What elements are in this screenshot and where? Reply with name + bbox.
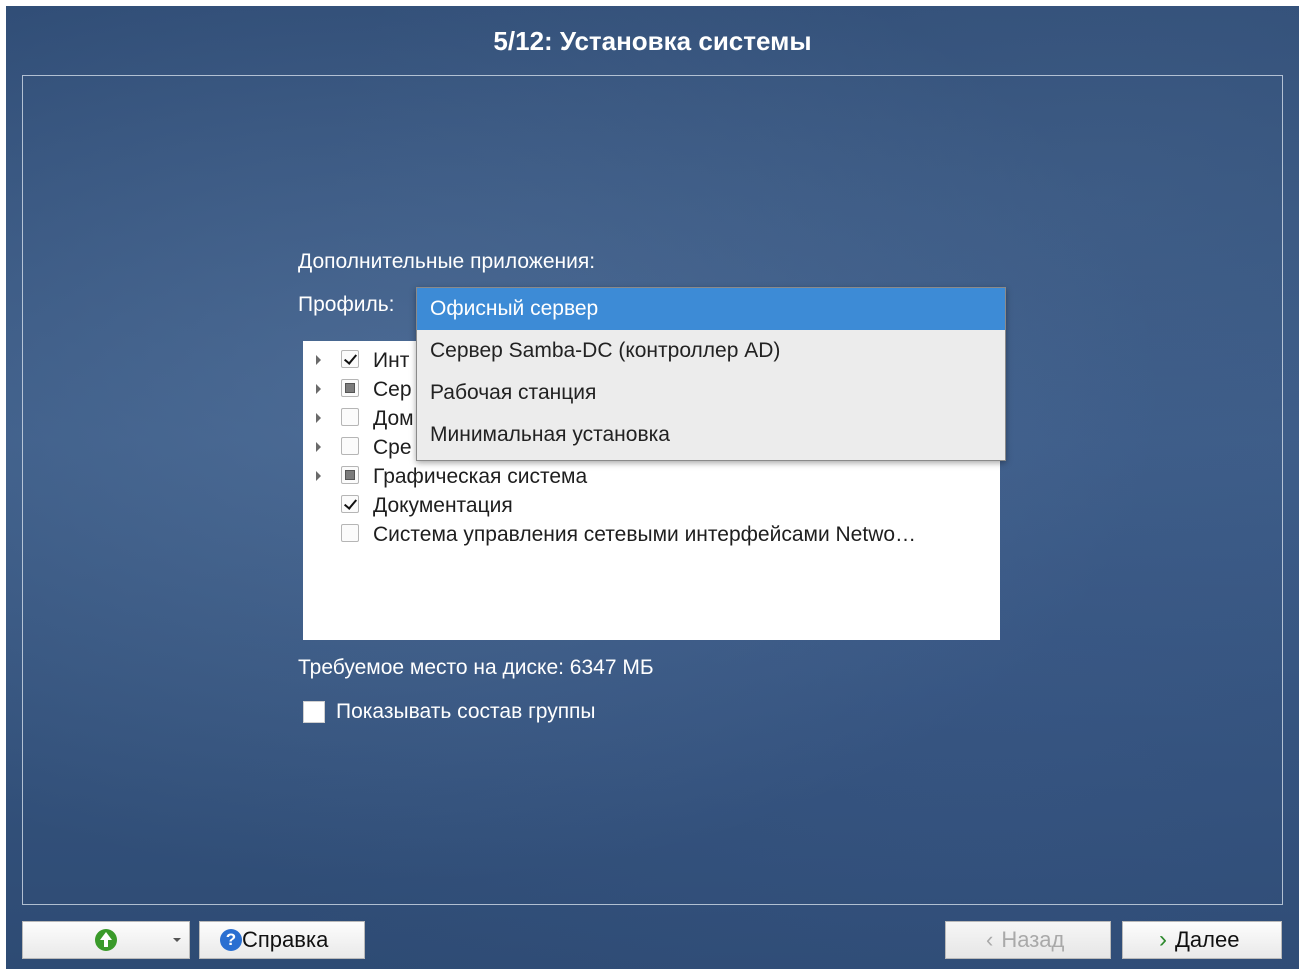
group-checkbox[interactable] — [341, 495, 359, 513]
group-checkbox[interactable] — [341, 466, 359, 484]
profile-option-office-server[interactable]: Офисный сервер — [417, 288, 1005, 330]
next-button-label: Далее — [1175, 927, 1240, 952]
group-label: Сер — [373, 378, 412, 401]
installer-screen: 5/12: Установка системы Дополнительные п… — [6, 6, 1299, 969]
expander-icon[interactable] — [316, 442, 321, 452]
group-checkbox[interactable] — [341, 350, 359, 368]
upload-menu-button[interactable] — [22, 921, 190, 959]
section-label: Дополнительные приложения: — [298, 250, 596, 273]
chevron-left-icon: ‹ — [986, 927, 994, 952]
next-button[interactable]: › Далее — [1122, 921, 1282, 959]
tree-row-documentation[interactable]: Документация — [303, 491, 1000, 520]
expander-icon[interactable] — [316, 384, 321, 394]
group-label: Инт — [373, 349, 410, 372]
tree-row-network-manager[interactable]: Система управления сетевыми интерфейсами… — [303, 520, 1000, 549]
group-label: Документация — [373, 494, 513, 517]
expander-icon[interactable] — [316, 355, 321, 365]
disk-space-label: Требуемое место на диске: 6347 МБ — [298, 656, 654, 679]
group-label: Сре — [373, 436, 412, 459]
profile-label: Профиль: — [298, 293, 395, 316]
group-checkbox[interactable] — [341, 524, 359, 542]
profile-option-minimal[interactable]: Минимальная установка — [417, 414, 1005, 456]
group-checkbox[interactable] — [341, 408, 359, 426]
profile-dropdown-list[interactable]: Офисный сервер Сервер Samba-DC (контролл… — [416, 287, 1006, 461]
group-checkbox[interactable] — [341, 379, 359, 397]
back-button-label: Назад — [1001, 927, 1065, 952]
group-label: Дом — [373, 407, 414, 430]
chevron-right-icon: › — [1159, 926, 1167, 953]
help-button[interactable]: ? Справка — [199, 921, 365, 959]
group-checkbox[interactable] — [341, 437, 359, 455]
up-arrow-icon — [95, 929, 117, 951]
show-group-label: Показывать состав группы — [336, 700, 596, 723]
expander-icon[interactable] — [316, 413, 321, 423]
profile-option-workstation[interactable]: Рабочая станция — [417, 372, 1005, 414]
tree-row-graphics[interactable]: Графическая система — [303, 462, 1000, 491]
help-icon: ? — [220, 929, 242, 951]
show-group-checkbox[interactable] — [303, 701, 325, 723]
step-title: 5/12: Установка системы — [493, 26, 812, 56]
group-label: Графическая система — [373, 465, 588, 488]
dropdown-arrow-icon[interactable] — [173, 938, 181, 942]
back-button[interactable]: ‹ Назад — [945, 921, 1111, 959]
group-label: Система управления сетевыми интерфейсами… — [373, 523, 917, 546]
expander-icon[interactable] — [316, 471, 321, 481]
profile-option-samba-dc[interactable]: Сервер Samba-DC (контроллер AD) — [417, 330, 1005, 372]
help-button-label: Справка — [242, 927, 329, 952]
